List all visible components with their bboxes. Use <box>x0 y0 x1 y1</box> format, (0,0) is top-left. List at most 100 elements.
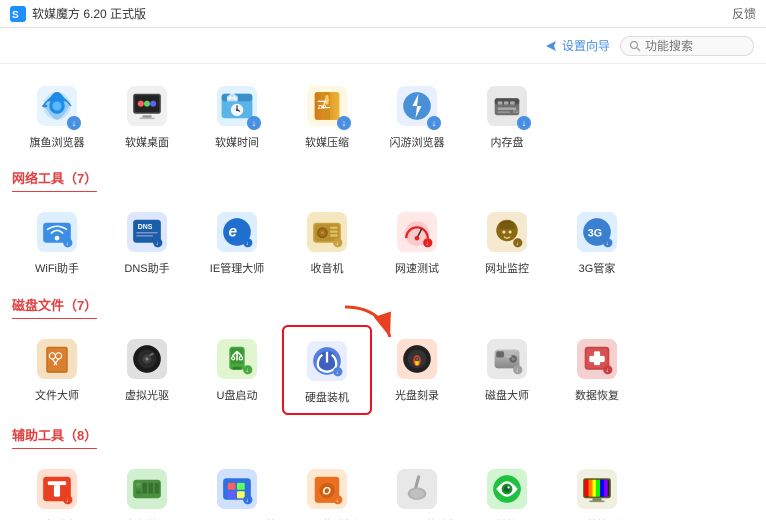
app-item-winactivate[interactable]: Windows 激活备份 <box>372 455 462 520</box>
app-name-monitor: 网址监控 <box>485 262 529 276</box>
download-badge-compress <box>337 116 351 130</box>
app-item-cdburn[interactable]: 光盘刻录 <box>372 325 462 415</box>
app-icon-vdrive <box>121 333 173 385</box>
app-name-recovery: 数据恢复 <box>575 389 619 403</box>
app-icon-desktop <box>121 80 173 132</box>
settings-guide-button[interactable]: 设置向导 <box>544 37 610 54</box>
app-name-vdrive: 虚拟光驱 <box>125 389 169 403</box>
app-item-desktop[interactable]: 软媒桌面 <box>102 72 192 158</box>
titlebar: S 软媒魔方 6.20 正式版 反馈 <box>0 0 766 28</box>
app-name-diskmaster: 磁盘大师 <box>485 389 529 403</box>
app-item-officebackup[interactable]: O ↓ Office 激活备份 <box>282 455 372 520</box>
app-icon-officebackup: O ↓ <box>301 463 353 515</box>
app-title: 软媒魔方 6.20 正式版 <box>32 5 146 22</box>
category-label-assist: 辅助工具（8） <box>12 419 97 449</box>
app-icon-3g: 3G ↓ <box>571 206 623 258</box>
download-badge-flash <box>427 116 441 130</box>
app-item-ie[interactable]: e ↓ IE管理大师 <box>192 198 282 284</box>
toolbar: 设置向导 <box>0 28 766 64</box>
svg-text:↓: ↓ <box>515 367 518 374</box>
app-icon-monitor: ↓ <box>481 206 533 258</box>
app-item-dns[interactable]: DNS ↓ DNS助手 <box>102 198 192 284</box>
download-badge-ramdisk <box>517 116 531 130</box>
app-icon-cdburn <box>391 333 443 385</box>
svg-text:↓: ↓ <box>245 367 248 374</box>
app-icon-radio: ↓ <box>301 206 353 258</box>
app-name-compress: 软媒压缩 <box>305 136 349 150</box>
app-item-browser[interactable]: 旗鱼浏览器 <box>12 72 102 158</box>
top-apps-grid: 旗鱼浏览器 软媒桌面 <box>12 72 754 158</box>
app-icon-ie: e ↓ <box>211 206 263 258</box>
app-name-hddinstall: 硬盘装机 <box>305 391 349 405</box>
app-icon-dns: DNS ↓ <box>121 206 173 258</box>
app-item-compress[interactable]: ZIP 软媒压缩 <box>282 72 372 158</box>
app-icon-iconmaster: ↓ <box>31 463 83 515</box>
app-icon-diskmaster: ↓ <box>481 333 533 385</box>
svg-text:↓: ↓ <box>605 367 608 374</box>
svg-text:S: S <box>12 10 19 21</box>
app-item-recovery[interactable]: ↓ 数据恢复 <box>552 325 642 415</box>
svg-text:↓: ↓ <box>425 240 428 247</box>
app-item-iconmaster[interactable]: ↓ 图标大师 <box>12 455 102 520</box>
app-item-monitor[interactable]: ↓ 网址监控 <box>462 198 552 284</box>
content-area: 旗鱼浏览器 软媒桌面 <box>0 64 766 520</box>
app-name-filemaster: 文件大师 <box>35 389 79 403</box>
app-item-ramdisk[interactable]: SD 内存盘 <box>462 72 552 158</box>
app-icon-filemaster <box>31 333 83 385</box>
app-icon-screendetect <box>571 463 623 515</box>
search-icon <box>629 40 641 52</box>
app-icon-uboot: ↓ <box>211 333 263 385</box>
app-name-uboot: U盘启动 <box>217 389 258 403</box>
svg-text:↓: ↓ <box>155 240 158 247</box>
app-item-time[interactable]: 软媒时间 <box>192 72 282 158</box>
app-item-screendetect[interactable]: 屏幕检测 <box>552 455 642 520</box>
feedback-button[interactable]: 反馈 <box>732 5 756 22</box>
svg-text:↓: ↓ <box>245 497 248 504</box>
svg-text:↓: ↓ <box>515 240 518 247</box>
app-icon-time <box>211 80 263 132</box>
settings-guide-icon <box>544 39 558 53</box>
category-label-disk: 磁盘文件（7） <box>12 289 97 319</box>
svg-text:↓: ↓ <box>335 497 338 504</box>
app-icon-winactivate <box>391 463 443 515</box>
app-item-vdrive[interactable]: 虚拟光驱 <box>102 325 192 415</box>
app-icon-browser <box>31 80 83 132</box>
app-item-oneeye[interactable]: 一键护眼 <box>462 455 552 520</box>
svg-text:↓: ↓ <box>65 240 68 247</box>
app-item-wintoolbox[interactable]: ↓ Windows 工具箱 <box>192 455 282 520</box>
app-item-radio[interactable]: ↓ 收音机 <box>282 198 372 284</box>
app-item-memclean[interactable]: 内存整理 <box>102 455 192 520</box>
svg-text:↓: ↓ <box>245 240 248 247</box>
app-name-ramdisk: 内存盘 <box>491 136 524 150</box>
app-name-cdburn: 光盘刻录 <box>395 389 439 403</box>
app-name-desktop: 软媒桌面 <box>125 136 169 150</box>
svg-text:SD: SD <box>513 110 519 114</box>
app-item-wifi[interactable]: ↓ ↓ WiFi助手 <box>12 198 102 284</box>
app-item-diskmaster[interactable]: ↓ 磁盘大师 <box>462 325 552 415</box>
app-item-uboot[interactable]: ↓ U盘启动 <box>192 325 282 415</box>
svg-text:↓: ↓ <box>65 497 68 504</box>
svg-text:↓: ↓ <box>605 240 608 247</box>
app-icon-wintoolbox: ↓ <box>211 463 263 515</box>
settings-guide-label: 设置向导 <box>562 37 610 54</box>
app-name-3g: 3G管家 <box>579 262 616 276</box>
app-item-3g[interactable]: 3G ↓ 3G管家 <box>552 198 642 284</box>
app-item-filemaster[interactable]: 文件大师 <box>12 325 102 415</box>
app-icon-recovery: ↓ <box>571 333 623 385</box>
main-content: 旗鱼浏览器 软媒桌面 <box>0 64 766 520</box>
app-name-dns: DNS助手 <box>124 262 169 276</box>
app-item-hddinstall[interactable]: ↓ 硬盘装机 <box>282 325 372 415</box>
download-badge-time <box>247 116 261 130</box>
category-assist: 辅助工具（8） ↓ 图标 <box>12 419 754 520</box>
app-icon-wifi: ↓ ↓ <box>31 206 83 258</box>
titlebar-left: S 软媒魔方 6.20 正式版 <box>10 5 146 22</box>
app-item-speedtest[interactable]: ↓ 网速测试 <box>372 198 462 284</box>
search-box[interactable] <box>620 36 754 56</box>
assist-apps-grid: ↓ 图标大师 <box>12 455 754 520</box>
app-item-flash[interactable]: 闪游浏览器 <box>372 72 462 158</box>
download-badge-browser <box>67 116 81 130</box>
category-disk: 磁盘文件（7） <box>12 289 754 415</box>
search-input[interactable] <box>645 39 745 53</box>
category-network: 网络工具（7） ↓ <box>12 162 754 284</box>
app-logo: S <box>10 6 26 22</box>
